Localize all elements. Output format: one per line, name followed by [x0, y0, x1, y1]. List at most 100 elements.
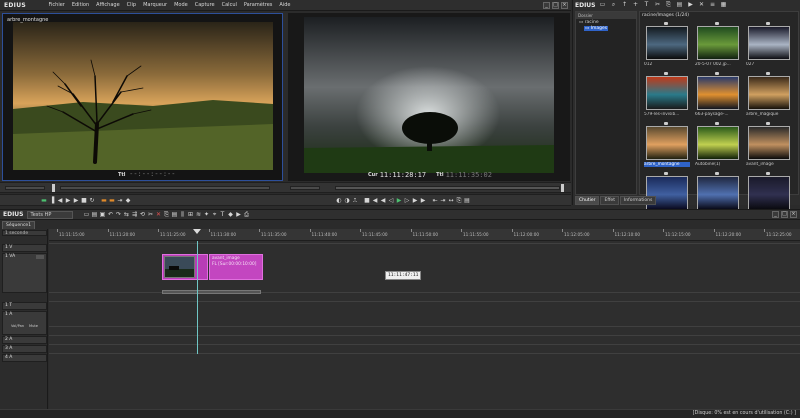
recorder-position-slider[interactable]	[335, 186, 560, 190]
bin-thumbnail[interactable]: Autobine(1)	[695, 122, 741, 172]
bin-thumbnail[interactable]: 579-les-invisib...	[644, 72, 690, 122]
new-sequence-icon[interactable]: ▭	[83, 211, 91, 219]
rec-render-icon[interactable]: ▤	[463, 197, 471, 205]
menu-clip[interactable]: Clip	[123, 2, 139, 8]
player-position-slider[interactable]	[60, 186, 270, 190]
timeline-close-button[interactable]: ×	[790, 211, 797, 218]
stop-icon[interactable]: ■	[80, 197, 88, 205]
export-icon[interactable]: ⎙	[243, 211, 251, 219]
menu-calcul[interactable]: Calcul	[218, 2, 240, 8]
close-button[interactable]: ×	[561, 1, 568, 9]
bin-thumbnail[interactable]: 20-5-07 002.jp...	[695, 22, 741, 72]
timeline-minimize-button[interactable]: _	[772, 211, 779, 218]
timeline-maximize-button[interactable]: □	[781, 211, 788, 218]
paste-icon[interactable]: ▤	[171, 211, 179, 219]
rec-mark-icon[interactable]: ⎍	[351, 197, 359, 205]
menu-edition[interactable]: Edition	[68, 2, 92, 8]
overwrite-icon[interactable]: ▬	[108, 197, 116, 205]
track-header-1v[interactable]: 1 V	[2, 244, 47, 252]
rec-play-icon[interactable]: ▶	[395, 197, 403, 205]
open-icon[interactable]: ▤	[91, 211, 99, 219]
bin-copy-icon[interactable]: ⎘	[665, 1, 673, 9]
rec-prev-icon[interactable]: ◀	[371, 197, 379, 205]
marker-tool-icon[interactable]: ◆	[227, 211, 235, 219]
track-header-1a[interactable]: 1 A Vol/Pan Mute	[2, 311, 47, 335]
playhead-marker-icon[interactable]	[193, 229, 201, 234]
timeline-ruler[interactable]: 11:11:15:00 11:11:20:00 11:11:25:00 11:11:3…	[49, 229, 800, 241]
rec-fwd-icon[interactable]: ▷	[403, 197, 411, 205]
track-header-scale[interactable]: 1 seconde	[2, 230, 47, 236]
effect-icon[interactable]: ✦	[203, 211, 211, 219]
title-tool-icon[interactable]: T	[219, 211, 227, 219]
rec-next-icon[interactable]: ▶	[419, 197, 427, 205]
bin-up-icon[interactable]: ↑	[621, 1, 629, 9]
maximize-button[interactable]: □	[552, 1, 559, 9]
rewind-icon[interactable]: ◀	[56, 197, 64, 205]
timeline-cursor[interactable]	[197, 241, 198, 354]
track-header-1t[interactable]: 1 T	[2, 302, 47, 310]
bin-thumbnail[interactable]: 012	[644, 22, 690, 72]
redo-icon[interactable]: ↷	[115, 211, 123, 219]
tree-item-root[interactable]: ▭ racine	[576, 19, 636, 26]
play-icon[interactable]: ▶	[64, 197, 72, 205]
ffwd-icon[interactable]: ▶	[72, 197, 80, 205]
rec-in-icon[interactable]: ◐	[335, 197, 343, 205]
marker-icon[interactable]: ◆	[124, 197, 132, 205]
split-icon[interactable]: ⫼	[179, 211, 187, 219]
timeline-clip-thumbnail[interactable]	[162, 254, 208, 280]
bin-thumbnail[interactable]: arbre_magique	[746, 72, 792, 122]
minimize-button[interactable]: _	[543, 1, 550, 9]
track-header-3a[interactable]: 3 A	[2, 345, 47, 353]
track-header-1va[interactable]: 1 VA	[2, 253, 47, 293]
track-header-2a[interactable]: 2 A	[2, 336, 47, 344]
recorder-monitor[interactable]: Cur 11:11:28:17 Ttl 11:11:35:02	[288, 13, 570, 181]
track-header-4a[interactable]: 4 A	[2, 354, 47, 362]
bin-title-icon[interactable]: T	[643, 1, 651, 9]
jump-icon[interactable]: ⇥	[116, 197, 124, 205]
ripple-icon[interactable]: ⇶	[131, 211, 139, 219]
bin-add-icon[interactable]: +	[632, 1, 640, 9]
bin-thumbnail[interactable]: avant_image	[746, 122, 792, 172]
sequence-tab[interactable]: Séquence1	[2, 221, 36, 229]
tab-informations[interactable]: Informations	[619, 196, 657, 205]
menu-capture[interactable]: Capture	[191, 2, 218, 8]
tree-item-images[interactable]: ▭ Images	[576, 26, 636, 31]
rec-slip-icon[interactable]: ↔	[447, 197, 455, 205]
rec-ffwd-icon[interactable]: ▶	[411, 197, 419, 205]
track-1a-mute[interactable]: Mute	[29, 324, 38, 328]
bin-folder-icon[interactable]: ▭	[599, 1, 607, 9]
loop-icon[interactable]: ↻	[88, 197, 96, 205]
menu-affichage[interactable]: Affichage	[93, 2, 124, 8]
player-zoom-slider[interactable]	[5, 186, 45, 190]
clip-scrollbar[interactable]	[162, 290, 261, 294]
bin-thumbnail[interactable]: 027	[746, 22, 792, 72]
bin-cut-icon[interactable]: ✂	[654, 1, 662, 9]
rec-export-icon[interactable]: ⎘	[455, 197, 463, 205]
sync-icon[interactable]: ⟲	[139, 211, 147, 219]
tab-effet[interactable]: Effet	[600, 196, 619, 205]
rec-trim-icon[interactable]: ⇥	[439, 197, 447, 205]
cut-icon[interactable]: ✂	[147, 211, 155, 219]
bin-paste-icon[interactable]: ▤	[676, 1, 684, 9]
rec-stop-icon[interactable]: ■	[363, 197, 371, 205]
mode-icon[interactable]: ⇆	[123, 211, 131, 219]
bin-thumbnail[interactable]: 663-paysage-...	[695, 72, 741, 122]
menu-marqueur[interactable]: Marqueur	[140, 2, 171, 8]
rec-out-icon[interactable]: ◑	[343, 197, 351, 205]
render-icon[interactable]: ▶	[235, 211, 243, 219]
recorder-zoom-slider[interactable]	[290, 186, 320, 190]
menu-fichier[interactable]: Fichier	[45, 2, 68, 8]
player-in-marker[interactable]	[52, 184, 55, 192]
timeline-clip[interactable]: avant_image FL [Sur:00:00:10:00]	[209, 254, 263, 280]
player-monitor[interactable]: arbre_montagne Ttl --:--:--:--	[2, 13, 283, 181]
bin-properties-icon[interactable]: ≡	[709, 1, 717, 9]
set-out-icon[interactable]: ▐	[48, 197, 56, 205]
bin-thumbnail[interactable]: arbre_montagne	[644, 122, 690, 172]
bin-play-icon[interactable]: ▶	[687, 1, 695, 9]
recorder-position-handle[interactable]	[561, 184, 564, 192]
menu-aide[interactable]: Aide	[276, 2, 294, 8]
add-track-icon[interactable]: ⊞	[187, 211, 195, 219]
undo-icon[interactable]: ↶	[107, 211, 115, 219]
snap-icon[interactable]: ⌖	[211, 211, 219, 219]
bin-search-icon[interactable]: ⌕	[610, 1, 618, 9]
